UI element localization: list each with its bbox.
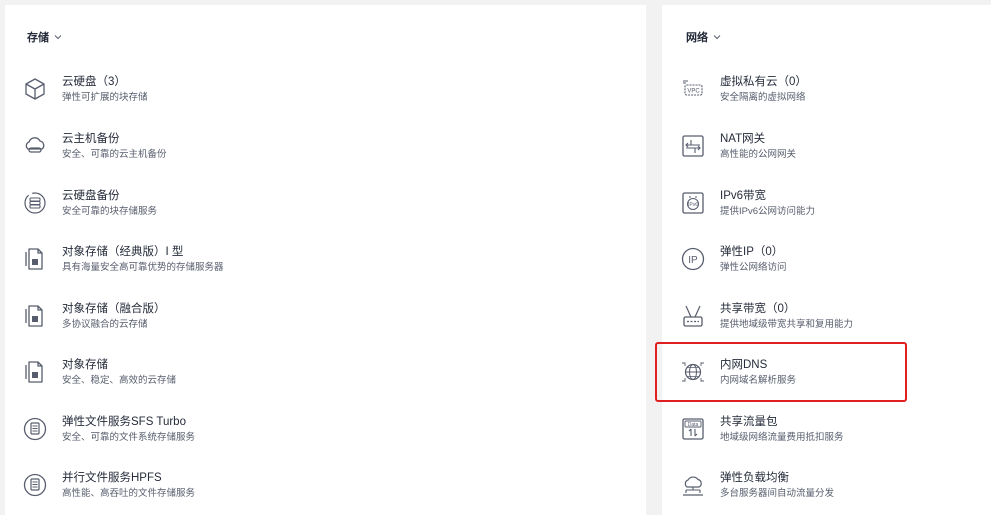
service-desc: 高性能的公网网关 <box>720 149 797 160</box>
service-item-nat[interactable]: NAT网关 高性能的公网网关 <box>680 131 796 162</box>
chevron-down-icon <box>54 35 62 40</box>
service-item-shared-bandwidth[interactable]: 共享带宽（0） 提供地域级带宽共享和复用能力 <box>680 301 853 332</box>
storage-panel: 存储 云硬盘（3） 弹性可扩展的块存储 云主机备份 安全、可靠的云主机备份 云硬… <box>5 5 646 515</box>
service-desc: 安全、可靠的云主机备份 <box>62 149 167 160</box>
ipv6-bandwidth-icon: IPv6 <box>680 190 706 216</box>
storage-header[interactable]: 存储 <box>27 29 63 45</box>
service-desc: 提供地域级带宽共享和复用能力 <box>720 319 854 330</box>
service-item-evs[interactable]: 云硬盘（3） 弹性可扩展的块存储 <box>22 74 148 105</box>
object-storage-icon <box>22 303 48 329</box>
service-title: 内网DNS <box>720 359 768 371</box>
elastic-ip-icon: IP <box>680 246 706 272</box>
service-desc: 安全、可靠的文件系统存储服务 <box>62 432 196 443</box>
service-item-elb[interactable]: 弹性负载均衡 多台服务器间自动流量分发 <box>680 470 834 501</box>
service-desc: 地域级网络流量费用抵扣服务 <box>720 432 844 443</box>
service-item-data-package[interactable]: Data 共享流量包 地域级网络流量费用抵扣服务 <box>680 414 844 445</box>
object-storage-icon <box>22 246 48 272</box>
load-balancer-icon <box>680 472 706 498</box>
network-panel: 网络 VPC 虚拟私有云（0） 安全隔离的虚拟网络 NAT网关 高性能的公网网关… <box>662 5 991 515</box>
service-item-vpc[interactable]: VPC 虚拟私有云（0） 安全隔离的虚拟网络 <box>680 74 807 105</box>
network-header-label: 网络 <box>686 32 708 44</box>
service-item-cbr-evs[interactable]: 云硬盘备份 安全可靠的块存储服务 <box>22 188 157 219</box>
service-title: 虚拟私有云（0） <box>720 76 807 88</box>
service-title: 云硬盘备份 <box>62 190 120 202</box>
service-item-ipv6[interactable]: IPv6 IPv6带宽 提供IPv6公网访问能力 <box>680 188 815 219</box>
globe-dns-icon <box>680 359 706 385</box>
object-storage-icon <box>22 359 48 385</box>
file-service-icon <box>22 472 48 498</box>
ipv6-icon-text: IPv6 <box>688 202 698 208</box>
service-desc: 弹性公网络访问 <box>720 262 787 273</box>
service-item-private-dns[interactable]: 内网DNS 内网域名解析服务 <box>680 357 796 388</box>
service-title: 对象存储 <box>62 359 108 371</box>
service-item-hpfs[interactable]: 并行文件服务HPFS 高性能、高吞吐的文件存储服务 <box>22 470 195 501</box>
service-item-cbr-ecs[interactable]: 云主机备份 安全、可靠的云主机备份 <box>22 131 167 162</box>
shared-bandwidth-icon <box>680 303 706 329</box>
service-item-sfs-turbo[interactable]: 弹性文件服务SFS Turbo 安全、可靠的文件系统存储服务 <box>22 414 195 445</box>
vpc-icon: VPC <box>680 76 706 102</box>
service-title: 共享流量包 <box>720 416 778 428</box>
service-title: NAT网关 <box>720 133 766 145</box>
storage-header-label: 存储 <box>27 32 49 44</box>
service-desc: 具有海量安全高可靠优势的存储服务器 <box>62 262 224 273</box>
vpc-icon-text: VPC <box>687 89 700 95</box>
service-desc: 多台服务器间自动流量分发 <box>720 488 835 499</box>
service-item-obs-fusion[interactable]: 对象存储（融合版） 多协议融合的云存储 <box>22 301 166 332</box>
service-title: 弹性负载均衡 <box>720 472 789 484</box>
service-desc: 安全、稳定、高效的云存储 <box>62 375 177 386</box>
data-package-icon: Data <box>680 416 706 442</box>
network-header[interactable]: 网络 <box>686 29 722 45</box>
service-desc: 弹性可扩展的块存储 <box>62 92 148 103</box>
service-item-obs[interactable]: 对象存储 安全、稳定、高效的云存储 <box>22 357 176 388</box>
service-title: 对象存储（经典版）I 型 <box>62 246 184 258</box>
eip-icon-text: IP <box>688 255 698 266</box>
service-title: 弹性文件服务SFS Turbo <box>62 416 186 428</box>
cloud-disk-icon <box>22 133 48 159</box>
service-title: 对象存储（融合版） <box>62 303 166 315</box>
service-desc: 安全可靠的块存储服务 <box>62 206 158 217</box>
service-title: 并行文件服务HPFS <box>62 472 162 484</box>
chevron-down-icon <box>713 35 721 40</box>
service-desc: 高性能、高吞吐的文件存储服务 <box>62 488 196 499</box>
service-desc: 安全隔离的虚拟网络 <box>720 92 806 103</box>
service-title: 云主机备份 <box>62 133 120 145</box>
disk-backup-icon <box>22 190 48 216</box>
cube-icon <box>22 76 48 102</box>
service-title: IPv6带宽 <box>720 190 767 202</box>
file-service-icon <box>22 416 48 442</box>
data-icon-text: Data <box>688 422 699 428</box>
service-desc: 多协议融合的云存储 <box>62 319 148 330</box>
service-desc: 内网域名解析服务 <box>720 375 797 386</box>
nat-gateway-icon <box>680 133 706 159</box>
service-title: 弹性IP（0） <box>720 246 784 258</box>
service-title: 共享带宽（0） <box>720 303 796 315</box>
service-desc: 提供IPv6公网访问能力 <box>720 206 816 217</box>
service-item-obs-classic[interactable]: 对象存储（经典版）I 型 具有海量安全高可靠优势的存储服务器 <box>22 244 224 275</box>
service-item-eip[interactable]: IP 弹性IP（0） 弹性公网络访问 <box>680 244 787 275</box>
service-title: 云硬盘（3） <box>62 76 126 88</box>
